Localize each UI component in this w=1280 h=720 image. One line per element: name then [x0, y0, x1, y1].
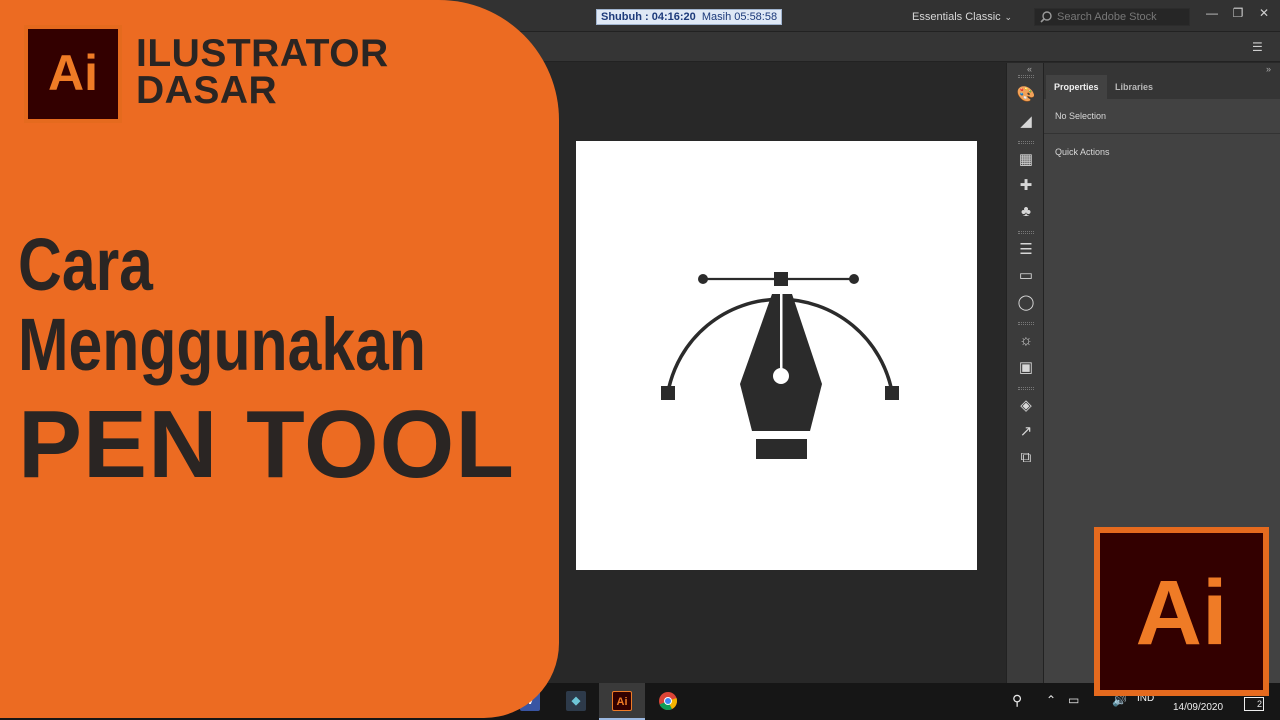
grip-handle[interactable]	[1018, 387, 1034, 390]
collapse-icon[interactable]: «	[1027, 64, 1032, 74]
quick-actions-heading: Quick Actions	[1055, 147, 1110, 157]
brushes-icon[interactable]: ✚	[1016, 176, 1036, 196]
headline-line1: Cara	[18, 223, 153, 306]
illustrator-icon: Ai	[612, 691, 632, 711]
taskbar-date[interactable]: 14/09/2020	[1160, 702, 1236, 713]
series-title: ILUSTRATOR DASAR	[136, 32, 389, 112]
workspace-switcher[interactable]: Essentials Classic ⌄	[900, 8, 1016, 26]
panel-header: »	[1044, 63, 1280, 75]
chrome-icon	[659, 692, 677, 711]
prayer-timer: Shubuh : 04:16:20 Masih 05:58:58	[596, 9, 783, 25]
export-icon[interactable]: ↗	[1016, 422, 1036, 442]
filmora-icon: ◆	[566, 691, 586, 711]
chevron-down-icon: ⌄	[1004, 12, 1012, 22]
tab-properties[interactable]: Properties	[1046, 75, 1107, 99]
appearance-icon[interactable]: ☼	[1016, 331, 1036, 351]
pen-tool-icon	[661, 272, 899, 459]
workspace-name: Essentials Classic	[912, 11, 1001, 23]
collapse-icon[interactable]: »	[1266, 64, 1271, 74]
color-icon[interactable]: 🎨	[1016, 85, 1036, 105]
battery-icon[interactable]: ▭	[1068, 693, 1079, 720]
search-placeholder: Search Adobe Stock	[1057, 11, 1157, 23]
panel-tabs: Properties Libraries	[1044, 75, 1280, 99]
grip-handle[interactable]	[1018, 322, 1034, 325]
headline-line2: Menggunakan	[18, 303, 426, 386]
screen: Shubuh : 04:16:20 Masih 05:58:58 Essenti…	[0, 0, 1280, 720]
timer-label: Shubuh : 04:16:20	[601, 11, 696, 23]
grip-handle[interactable]	[1018, 231, 1034, 234]
illustrator-logo: Ai	[24, 25, 122, 123]
illustrator-logo-large: Ai	[1094, 527, 1269, 696]
chevron-up-icon[interactable]: ⌃	[1046, 693, 1056, 720]
stroke-icon[interactable]: ☰	[1016, 240, 1036, 260]
panel-icon-strip: « 🎨 ◢ ▦ ✚ ♣ ☰ ▭ ◯ ☼ ▣ ◈ ↗ ⧉	[1006, 63, 1044, 683]
artboard[interactable]	[576, 141, 977, 570]
search-icon	[1040, 11, 1052, 23]
restore-button[interactable]: ❐	[1228, 4, 1248, 22]
taskbar-app-filmora[interactable]: ◆	[553, 683, 599, 720]
panel-menu-icon[interactable]: ☰	[1252, 41, 1266, 53]
taskbar-app-illustrator[interactable]: Ai	[599, 683, 645, 720]
grip-handle[interactable]	[1018, 141, 1034, 144]
taskbar-app-chrome[interactable]	[645, 683, 691, 720]
search-stock-input[interactable]: Search Adobe Stock	[1034, 8, 1190, 26]
swatches-icon[interactable]: ▦	[1016, 150, 1036, 170]
volume-icon[interactable]: 🔊	[1112, 693, 1127, 720]
color-guide-icon[interactable]: ◢	[1016, 112, 1036, 132]
transparency-icon[interactable]: ◯	[1016, 293, 1036, 313]
symbols-icon[interactable]: ♣	[1016, 202, 1036, 222]
divider	[1044, 133, 1280, 134]
artboards-icon[interactable]: ⧉	[1016, 448, 1036, 468]
minimize-button[interactable]: —	[1202, 4, 1222, 22]
gradient-icon[interactable]: ▭	[1016, 266, 1036, 286]
headline-line3: PEN TOOL	[18, 391, 515, 498]
selection-status: No Selection	[1055, 111, 1107, 121]
notification-badge[interactable]: 2	[1244, 697, 1264, 711]
people-icon[interactable]: ⚲	[1012, 692, 1022, 720]
layers-icon[interactable]: ◈	[1016, 396, 1036, 416]
grip-handle[interactable]	[1018, 75, 1034, 78]
timer-remaining: Masih 05:58:58	[701, 11, 778, 23]
tab-libraries[interactable]: Libraries	[1107, 75, 1161, 99]
graphic-styles-icon[interactable]: ▣	[1016, 358, 1036, 378]
close-button[interactable]: ✕	[1254, 4, 1274, 22]
series-title-line2: DASAR	[136, 69, 278, 112]
series-title-line1: ILUSTRATOR	[136, 32, 389, 75]
